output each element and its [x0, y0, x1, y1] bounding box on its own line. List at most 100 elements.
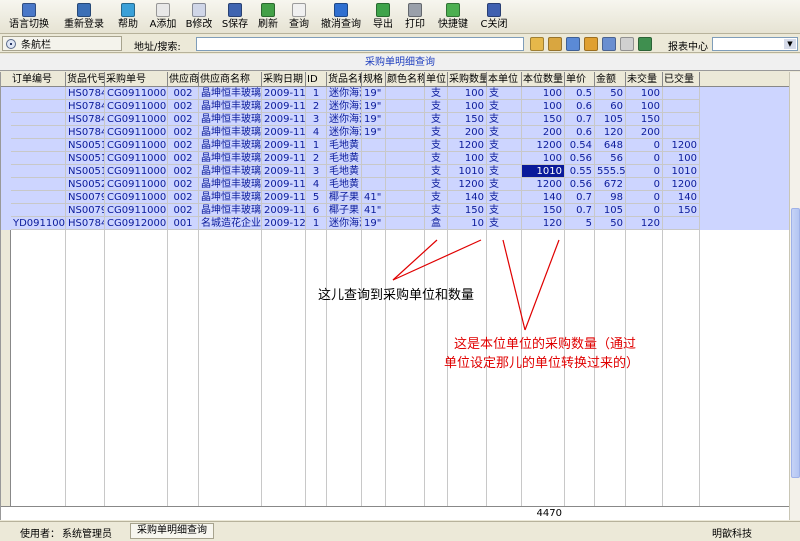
table-cell[interactable]: 2009-11-24 — [262, 178, 306, 191]
table-cell[interactable]: 672 — [595, 178, 626, 191]
table-cell[interactable]: 支 — [425, 178, 448, 191]
table-cell[interactable]: 晶坤恒丰玻璃厂 — [199, 139, 262, 152]
address-search-input[interactable] — [196, 37, 524, 51]
column-header-10[interactable]: 单位 — [425, 72, 448, 87]
navigation-bar-tab[interactable]: 条航栏 — [2, 36, 122, 51]
table-cell[interactable]: CG09110002 — [105, 152, 168, 165]
table-cell[interactable]: 迷你海浮 — [327, 87, 362, 100]
table-cell[interactable]: CG09120001 — [105, 217, 168, 230]
table-cell[interactable]: 002 — [168, 152, 199, 165]
table-cell[interactable]: 支 — [487, 139, 522, 152]
table-cell[interactable]: 41" — [362, 191, 386, 204]
table-cell[interactable]: NS0051- — [66, 139, 105, 152]
column-header-1[interactable]: 货品代号 — [66, 72, 105, 87]
table-cell[interactable]: 4 — [306, 178, 327, 191]
table-cell[interactable]: 晶坤恒丰玻璃厂 — [199, 152, 262, 165]
table-cell[interactable]: 120 — [595, 126, 626, 139]
table-cell[interactable] — [11, 100, 66, 113]
table-cell[interactable]: 0 — [626, 152, 663, 165]
table-cell[interactable]: 200 — [626, 126, 663, 139]
table-cell[interactable]: 支 — [425, 204, 448, 217]
table-cell[interactable]: 150 — [448, 113, 487, 126]
table-row[interactable]: YD09110002HS0784-CG09120001001名城造花企业有200… — [1, 217, 789, 230]
table-cell[interactable] — [11, 165, 66, 178]
table-cell[interactable]: 晶坤恒丰玻璃厂 — [199, 87, 262, 100]
table-cell[interactable]: 19" — [362, 100, 386, 113]
table-cell[interactable]: 002 — [168, 139, 199, 152]
column-header-17[interactable]: 已交量 — [663, 72, 700, 87]
vertical-scrollbar[interactable] — [789, 72, 800, 520]
table-cell[interactable]: 1200 — [663, 178, 700, 191]
table-cell[interactable]: 支 — [487, 178, 522, 191]
table-cell[interactable] — [11, 191, 66, 204]
table-cell[interactable]: 2009-11-24 — [262, 152, 306, 165]
table-cell[interactable]: CG09110001 — [105, 126, 168, 139]
table-cell[interactable]: 支 — [425, 126, 448, 139]
table-cell[interactable]: 100 — [448, 87, 487, 100]
table-cell[interactable]: 支 — [487, 100, 522, 113]
toolbar-button-8[interactable]: 撤消查询 — [318, 0, 364, 34]
table-cell[interactable]: 002 — [168, 87, 199, 100]
table-cell[interactable]: 支 — [425, 152, 448, 165]
table-row[interactable]: NS0051-CG09110002002晶坤恒丰玻璃厂2009-11-243毛地… — [1, 165, 789, 178]
table-cell[interactable]: 支 — [425, 165, 448, 178]
table-cell[interactable]: 盒 — [425, 217, 448, 230]
table-cell[interactable]: 100 — [626, 100, 663, 113]
table-cell[interactable] — [663, 87, 700, 100]
table-cell[interactable]: 555.5 — [595, 165, 626, 178]
table-cell[interactable]: 支 — [425, 87, 448, 100]
table-cell[interactable]: 1200 — [663, 139, 700, 152]
table-cell[interactable]: 毛地黄 — [327, 152, 362, 165]
table-cell[interactable] — [663, 217, 700, 230]
table-cell[interactable]: 002 — [168, 165, 199, 178]
table-cell[interactable]: 毛地黄 — [327, 139, 362, 152]
toolbar-button-12[interactable]: C关闭 — [478, 0, 510, 34]
toolbar-button-7[interactable]: 查询 — [286, 0, 312, 34]
table-cell[interactable]: 2009-11-24 — [262, 87, 306, 100]
table-cell[interactable]: 椰子果 — [327, 204, 362, 217]
column-header-9[interactable]: 颜色名称 — [386, 72, 425, 87]
table-cell[interactable]: 19" — [362, 87, 386, 100]
table-cell[interactable]: 1200 — [522, 178, 565, 191]
table-cell[interactable]: 晶坤恒丰玻璃厂 — [199, 113, 262, 126]
table-cell[interactable]: 名城造花企业有 — [199, 217, 262, 230]
table-cell[interactable]: 100 — [522, 152, 565, 165]
table-cell[interactable]: CG09110001 — [105, 100, 168, 113]
table-cell[interactable]: 0.56 — [565, 178, 595, 191]
column-header-4[interactable]: 供应商名称 — [199, 72, 262, 87]
table-cell[interactable]: 100 — [626, 87, 663, 100]
table-cell[interactable]: 支 — [487, 113, 522, 126]
column-header-6[interactable]: ID — [306, 72, 327, 87]
table-cell[interactable]: 2009-11-24 — [262, 165, 306, 178]
table-cell[interactable]: CG09110002 — [105, 165, 168, 178]
table-cell[interactable]: 100 — [448, 100, 487, 113]
table-cell[interactable] — [362, 139, 386, 152]
toolbar-button-9[interactable]: 导出 — [370, 0, 396, 34]
table-cell[interactable]: 椰子果 — [327, 191, 362, 204]
table-cell[interactable]: 支 — [425, 113, 448, 126]
table-cell[interactable]: 105 — [595, 113, 626, 126]
table-cell[interactable]: 0 — [626, 165, 663, 178]
table-cell[interactable]: 3 — [306, 165, 327, 178]
table-row[interactable]: NS0052-CG09110002002晶坤恒丰玻璃厂2009-11-244毛地… — [1, 178, 789, 191]
table-cell[interactable]: 支 — [425, 191, 448, 204]
toolbar-button-10[interactable]: 打印 — [402, 0, 428, 34]
table-cell[interactable] — [386, 139, 425, 152]
table-cell[interactable]: HS0784- — [66, 113, 105, 126]
table-cell[interactable]: 2009-11-24 — [262, 113, 306, 126]
table-cell[interactable]: 002 — [168, 204, 199, 217]
table-cell[interactable]: 98 — [595, 191, 626, 204]
table-cell[interactable]: HS0784- — [66, 100, 105, 113]
table-row[interactable]: HS0784-CG09110001002晶坤恒丰玻璃厂2009-11-242迷你… — [1, 100, 789, 113]
table-cell[interactable] — [386, 204, 425, 217]
toolbar-button-1[interactable]: 重新登录 — [60, 0, 108, 34]
table-cell[interactable]: HS0784- — [66, 126, 105, 139]
table-cell[interactable] — [386, 126, 425, 139]
table-cell[interactable]: 001 — [168, 217, 199, 230]
table-cell[interactable] — [11, 139, 66, 152]
table-cell[interactable]: 105 — [595, 204, 626, 217]
table-cell[interactable] — [11, 178, 66, 191]
table-cell[interactable]: 支 — [487, 165, 522, 178]
table-cell[interactable]: 迷你海浮 — [327, 100, 362, 113]
table-cell[interactable] — [663, 100, 700, 113]
